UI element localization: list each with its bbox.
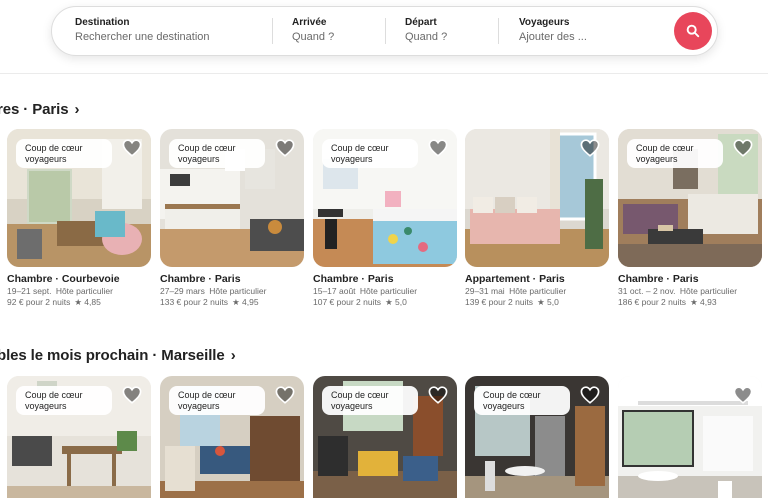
listing-details: 27–29 mars Hôte particulier (160, 286, 304, 297)
listing-rating: ★ 4,95 (232, 297, 259, 307)
travelers-value[interactable]: Ajouter des ... (519, 30, 659, 45)
listing-host: Hôte particulier (55, 286, 113, 296)
listing-price: 92 € pour 2 nuits (7, 297, 71, 307)
section-title-text[interactable]: bles le mois prochain · Marseille (0, 347, 225, 364)
heart-icon[interactable] (428, 386, 448, 404)
divider (385, 18, 386, 44)
listing-title[interactable]: Chambre · Paris (160, 273, 304, 286)
heart-icon[interactable] (580, 139, 600, 157)
listing-price: 133 € pour 2 nuits (160, 297, 229, 307)
listing-price: 139 € pour 2 nuits (465, 297, 534, 307)
listing-photo[interactable]: Coup de cœur voyageurs (313, 129, 457, 267)
listing-details: 19–21 sept. Hôte particulier (7, 286, 151, 297)
listing-photo[interactable]: Coup de cœur voyageurs (7, 129, 151, 267)
listing-card[interactable]: Coup de cœur voyageurs Chambre · Paris 31 … (618, 129, 762, 308)
travelers-label: Voyageurs (519, 17, 570, 28)
listing-card[interactable]: Coup de cœur voyageurs (160, 376, 304, 498)
listing-price-line: 92 € pour 2 nuits ★ 4,85 (7, 297, 151, 308)
listing-photo[interactable] (618, 376, 762, 498)
top-bar: Destination Rechercher une destination A… (0, 0, 768, 74)
arrival-label: Arrivée (292, 17, 327, 28)
listing-card[interactable]: Coup de cœur voyageurs (465, 376, 609, 498)
listing-host: Hôte particulier (679, 286, 738, 296)
section-title-text[interactable]: res · Paris (0, 101, 69, 118)
listing-title[interactable]: Chambre · Courbevoie (7, 273, 151, 286)
listing-rating: ★ 4,85 (74, 297, 101, 307)
listing-price-line: 139 € pour 2 nuits ★ 5,0 (465, 297, 609, 308)
listing-host: Hôte particulier (209, 286, 267, 296)
heart-icon[interactable] (733, 139, 753, 157)
arrival-value[interactable]: Quand ? (292, 30, 382, 45)
section-title[interactable]: res · Paris › (0, 101, 80, 118)
listing-title[interactable]: Chambre · Paris (313, 273, 457, 286)
listing-photo[interactable] (465, 129, 609, 267)
listing-photo[interactable]: Coup de cœur voyageurs (7, 376, 151, 498)
listing-price: 186 € pour 2 nuits (618, 297, 687, 307)
listing-card[interactable] (618, 376, 762, 498)
listing-host: Hôte particulier (359, 286, 418, 296)
arrival-field[interactable]: Arrivée Quand ? (292, 7, 382, 55)
departure-field[interactable]: Départ Quand ? (405, 7, 495, 55)
destination-input[interactable]: Rechercher une destination (75, 30, 265, 45)
heart-icon[interactable] (122, 386, 142, 404)
heart-icon[interactable] (122, 139, 142, 157)
listing-rating: ★ 5,0 (385, 297, 407, 307)
listing-price-line: 133 € pour 2 nuits ★ 4,95 (160, 297, 304, 308)
listing-card[interactable]: Coup de cœur voyageurs Chambre · Paris 27–… (160, 129, 304, 308)
heart-icon[interactable] (428, 139, 448, 157)
listing-dates: 15–17 août (313, 286, 356, 296)
guest-favorite-badge: Coup de cœur voyageurs (16, 139, 112, 168)
heart-icon[interactable] (275, 139, 295, 157)
listing-dates: 29–31 mai (465, 286, 505, 296)
listing-price: 107 € pour 2 nuits (313, 297, 382, 307)
listing-photo[interactable]: Coup de cœur voyageurs (618, 129, 762, 267)
listing-photo[interactable]: Coup de cœur voyageurs (160, 129, 304, 267)
heart-icon[interactable] (733, 386, 753, 404)
divider (272, 18, 273, 44)
listing-details: 29–31 mai Hôte particulier (465, 286, 609, 297)
listing-card[interactable]: Coup de cœur voyageurs Chambre · Courbevo… (7, 129, 151, 308)
listing-rating: ★ 5,0 (537, 297, 559, 307)
listing-card[interactable]: Coup de cœur voyageurs Chambre · Paris 15–… (313, 129, 457, 308)
departure-value[interactable]: Quand ? (405, 30, 495, 45)
listing-dates: 19–21 sept. (7, 286, 52, 296)
listing-host: Hôte particulier (509, 286, 567, 296)
search-bar[interactable]: Destination Rechercher une destination A… (51, 6, 718, 56)
listing-card[interactable]: Appartement · Paris 29–31 mai Hôte partic… (465, 129, 609, 308)
destination-field[interactable]: Destination Rechercher une destination (75, 7, 265, 55)
listing-dates: 27–29 mars (160, 286, 205, 296)
listing-price-line: 107 € pour 2 nuits ★ 5,0 (313, 297, 457, 308)
heart-icon[interactable] (275, 386, 295, 404)
search-button[interactable] (674, 12, 712, 50)
guest-favorite-badge: Coup de cœur voyageurs (322, 386, 418, 415)
guest-favorite-badge: Coup de cœur voyageurs (16, 386, 112, 415)
travelers-field[interactable]: Voyageurs Ajouter des ... (519, 7, 659, 55)
guest-favorite-badge: Coup de cœur voyageurs (627, 139, 723, 168)
listing-details: 15–17 août Hôte particulier (313, 286, 457, 297)
listing-card[interactable]: Coup de cœur voyageurs (7, 376, 151, 498)
heart-icon[interactable] (580, 386, 600, 404)
listing-rating: ★ 4,93 (690, 297, 717, 307)
departure-label: Départ (405, 17, 437, 28)
guest-favorite-badge: Coup de cœur voyageurs (169, 139, 265, 168)
listing-dates: 31 oct. – 2 nov. (618, 286, 676, 296)
listing-card[interactable]: Coup de cœur voyageurs (313, 376, 457, 498)
guest-favorite-badge: Coup de cœur voyageurs (474, 386, 570, 415)
chevron-right-icon[interactable]: › (231, 347, 236, 364)
listing-photo[interactable]: Coup de cœur voyageurs (465, 376, 609, 498)
listing-photo[interactable]: Coup de cœur voyageurs (160, 376, 304, 498)
guest-favorite-badge: Coup de cœur voyageurs (322, 139, 418, 168)
destination-label: Destination (75, 17, 130, 28)
section-title[interactable]: bles le mois prochain · Marseille › (0, 347, 236, 364)
listing-details: 31 oct. – 2 nov. Hôte particulier (618, 286, 762, 297)
listing-title[interactable]: Chambre · Paris (618, 273, 762, 286)
divider (498, 18, 499, 44)
guest-favorite-badge: Coup de cœur voyageurs (169, 386, 265, 415)
search-icon (686, 24, 700, 38)
listing-photo[interactable]: Coup de cœur voyageurs (313, 376, 457, 498)
chevron-right-icon[interactable]: › (75, 101, 80, 118)
listing-price-line: 186 € pour 2 nuits ★ 4,93 (618, 297, 762, 308)
listing-title[interactable]: Appartement · Paris (465, 273, 609, 286)
